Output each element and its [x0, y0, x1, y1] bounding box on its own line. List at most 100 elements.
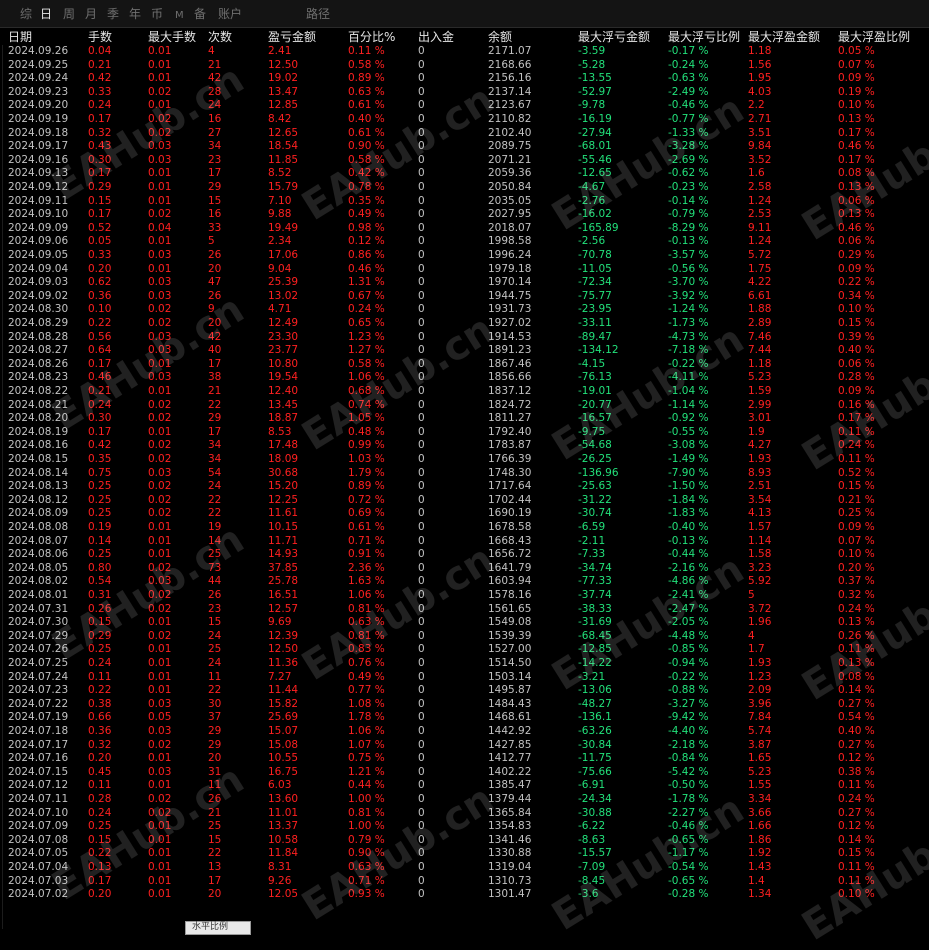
- table-row[interactable]: 2024.08.30 0.10 0.02 9 4.71 0.24 % 0 1931.73 -23…: [0, 303, 929, 317]
- table-row[interactable]: 2024.08.28 0.56 0.03 42 23.30 1.23 % 0 1914.53 -…: [0, 331, 929, 345]
- table-row[interactable]: 2024.08.06 0.25 0.01 25 14.93 0.91 % 0 1656.72 -…: [0, 548, 929, 562]
- table-row[interactable]: 2024.07.02 0.20 0.01 20 12.05 0.93 % 0 1301.47 -…: [0, 888, 929, 902]
- table-row[interactable]: 2024.09.18 0.32 0.02 27 12.65 0.61 % 0 2102.40 -…: [0, 127, 929, 141]
- table-row[interactable]: 2024.07.12 0.11 0.01 11 6.03 0.44 % 0 1385.47 -6…: [0, 779, 929, 793]
- table-row[interactable]: 2024.08.05 0.80 0.02 73 37.85 2.36 % 0 1641.79 -…: [0, 562, 929, 576]
- cell-percent: 0.76 %: [348, 657, 385, 669]
- table-row[interactable]: 2024.08.13 0.25 0.02 24 15.20 0.89 % 0 1717.64 -…: [0, 480, 929, 494]
- period-tab-bar: 综日周月季年币 M 备账户 路径: [0, 0, 929, 28]
- header-lots[interactable]: 手数: [88, 30, 112, 45]
- table-row[interactable]: 2024.09.10 0.17 0.02 16 9.88 0.49 % 0 2027.95 -1…: [0, 208, 929, 222]
- table-row[interactable]: 2024.07.11 0.28 0.02 26 13.60 1.00 % 0 1379.44 -…: [0, 793, 929, 807]
- cell-balance: 2059.36: [488, 167, 532, 180]
- table-row[interactable]: 2024.08.12 0.25 0.02 22 12.25 0.72 % 0 1702.44 -…: [0, 494, 929, 508]
- cell-max-float-profit: 5.92: [748, 575, 772, 588]
- cell-max-float-loss: -5.28: [578, 58, 606, 71]
- table-row[interactable]: 2024.07.10 0.24 0.02 21 11.01 0.81 % 0 1365.84 -…: [0, 807, 929, 821]
- table-row[interactable]: 2024.07.18 0.36 0.03 29 15.07 1.06 % 0 1442.92 -…: [0, 725, 929, 739]
- table-row[interactable]: 2024.08.09 0.25 0.02 22 11.61 0.69 % 0 1690.19 -…: [0, 507, 929, 521]
- table-row[interactable]: 2024.07.04 0.13 0.01 13 8.31 0.63 % 0 1319.04 -7…: [0, 861, 929, 875]
- header-date[interactable]: 日期: [8, 30, 32, 45]
- table-row[interactable]: 2024.07.30 0.15 0.01 15 9.69 0.63 % 0 1549.08 -3…: [0, 616, 929, 630]
- header-max-lots[interactable]: 最大手数: [148, 30, 196, 45]
- table-row[interactable]: 2024.08.29 0.22 0.02 20 12.49 0.65 % 0 1927.02 -…: [0, 317, 929, 331]
- table-row[interactable]: 2024.07.19 0.66 0.05 37 25.69 1.78 % 0 1468.61 -…: [0, 711, 929, 725]
- table-row[interactable]: 2024.08.02 0.54 0.03 44 25.78 1.63 % 0 1603.94 -…: [0, 575, 929, 589]
- table-row[interactable]: 2024.08.26 0.17 0.01 17 10.80 0.58 % 0 1867.46 -…: [0, 358, 929, 372]
- table-row[interactable]: 2024.07.25 0.24 0.01 24 11.36 0.76 % 0 1514.50 -…: [0, 657, 929, 671]
- header-balance[interactable]: 余额: [488, 30, 512, 45]
- table-row[interactable]: 2024.09.13 0.17 0.01 17 8.52 0.42 % 0 2059.36 -1…: [0, 167, 929, 181]
- table-row[interactable]: 2024.07.31 0.26 0.02 23 12.57 0.81 % 0 1561.65 -…: [0, 603, 929, 617]
- table-row[interactable]: 2024.07.29 0.29 0.02 24 12.39 0.81 % 0 1539.39 -…: [0, 630, 929, 644]
- table-row[interactable]: 2024.07.17 0.32 0.02 29 15.08 1.07 % 0 1427.85 -…: [0, 739, 929, 753]
- table-row[interactable]: 2024.09.02 0.36 0.03 26 13.02 0.67 % 0 1944.75 -…: [0, 290, 929, 304]
- tab-account[interactable]: 账户: [218, 7, 242, 21]
- cell-balance: 1856.66: [488, 371, 532, 384]
- table-row[interactable]: 2024.08.01 0.31 0.02 26 16.51 1.06 % 0 1578.16 -…: [0, 589, 929, 603]
- header-max-float-profit[interactable]: 最大浮盈金额: [748, 30, 820, 45]
- table-row[interactable]: 2024.08.08 0.19 0.01 19 10.15 0.61 % 0 1678.58 -…: [0, 521, 929, 535]
- tab-year[interactable]: 年: [129, 7, 141, 21]
- cell-max-lots: 0.03: [148, 330, 172, 343]
- header-max-float-loss-ratio[interactable]: 最大浮亏比例: [668, 30, 740, 45]
- table-row[interactable]: 2024.09.23 0.33 0.02 28 13.47 0.63 % 0 2137.14 -…: [0, 86, 929, 100]
- table-row[interactable]: 2024.09.24 0.42 0.01 42 19.02 0.89 % 0 2156.16 -…: [0, 72, 929, 86]
- table-row[interactable]: 2024.08.16 0.42 0.02 34 17.48 0.99 % 0 1783.87 -…: [0, 439, 929, 453]
- table-row[interactable]: 2024.07.09 0.25 0.01 25 13.37 1.00 % 0 1354.83 -…: [0, 820, 929, 834]
- table-row[interactable]: 2024.07.24 0.11 0.01 11 7.27 0.49 % 0 1503.14 -3…: [0, 671, 929, 685]
- table-row[interactable]: 2024.07.23 0.22 0.01 22 11.44 0.77 % 0 1495.87 -…: [0, 684, 929, 698]
- header-max-float-profit-ratio[interactable]: 最大浮盈比例: [838, 30, 910, 45]
- table-row[interactable]: 2024.07.22 0.38 0.03 30 15.82 1.08 % 0 1484.43 -…: [0, 698, 929, 712]
- cell-count: 24: [208, 99, 222, 112]
- tab-month[interactable]: 月: [85, 7, 97, 21]
- table-row[interactable]: 2024.07.16 0.20 0.01 20 10.55 0.75 % 0 1412.77 -…: [0, 752, 929, 766]
- table-row[interactable]: 2024.07.03 0.17 0.01 17 9.26 0.71 % 0 1310.73 -8…: [0, 875, 929, 889]
- cell-max-float-loss: -9.75: [578, 425, 606, 438]
- tab-summary[interactable]: 综: [20, 7, 32, 21]
- table-row[interactable]: 2024.07.05 0.22 0.01 22 11.84 0.90 % 0 1330.88 -…: [0, 847, 929, 861]
- header-max-float-loss[interactable]: 最大浮亏金额: [578, 30, 650, 45]
- cell-cash-flow: 0: [418, 602, 425, 615]
- table-row[interactable]: 2024.09.11 0.15 0.01 15 7.10 0.35 % 0 2035.05 -2…: [0, 195, 929, 209]
- cell-count: 17: [208, 357, 222, 370]
- table-row[interactable]: 2024.09.04 0.20 0.01 20 9.04 0.46 % 0 1979.18 -1…: [0, 263, 929, 277]
- table-row[interactable]: 2024.09.26 0.04 0.01 4 2.41 0.11 % 0 2171.07 -3.…: [0, 45, 929, 59]
- tab-quarter[interactable]: 季: [107, 7, 119, 21]
- tab-path[interactable]: 路径: [306, 7, 330, 21]
- table-row[interactable]: 2024.09.16 0.30 0.03 23 11.85 0.58 % 0 2071.21 -…: [0, 154, 929, 168]
- header-pnl[interactable]: 盈亏金额: [268, 30, 316, 45]
- table-row[interactable]: 2024.07.08 0.15 0.01 15 10.58 0.79 % 0 1341.46 -…: [0, 834, 929, 848]
- table-row[interactable]: 2024.08.27 0.64 0.03 40 23.77 1.27 % 0 1891.23 -…: [0, 344, 929, 358]
- header-count[interactable]: 次数: [208, 30, 232, 45]
- table-row[interactable]: 2024.08.20 0.30 0.02 29 18.87 1.05 % 0 1811.27 -…: [0, 412, 929, 426]
- table-row[interactable]: 2024.08.19 0.17 0.01 17 8.53 0.48 % 0 1792.40 -9…: [0, 426, 929, 440]
- table-row[interactable]: 2024.08.07 0.14 0.01 14 11.71 0.71 % 0 1668.43 -…: [0, 535, 929, 549]
- table-row[interactable]: 2024.08.14 0.75 0.03 54 30.68 1.79 % 0 1748.30 -…: [0, 467, 929, 481]
- cell-lots: 0.17: [88, 425, 112, 438]
- table-row[interactable]: 2024.09.25 0.21 0.01 21 12.50 0.58 % 0 2168.66 -…: [0, 59, 929, 73]
- table-row[interactable]: 2024.09.09 0.52 0.04 33 19.49 0.98 % 0 2018.07 -…: [0, 222, 929, 236]
- table-row[interactable]: 2024.08.23 0.46 0.03 38 19.54 1.06 % 0 1856.66 -…: [0, 371, 929, 385]
- table-row[interactable]: 2024.09.03 0.62 0.03 47 25.39 1.31 % 0 1970.14 -…: [0, 276, 929, 290]
- header-percent[interactable]: 百分比%: [348, 30, 395, 45]
- tab-currency[interactable]: 币: [151, 7, 163, 21]
- table-row[interactable]: 2024.07.15 0.45 0.03 31 16.75 1.21 % 0 1402.22 -…: [0, 766, 929, 780]
- cell-max-lots: 0.01: [148, 833, 172, 846]
- table-row[interactable]: 2024.09.06 0.05 0.01 5 2.34 0.12 % 0 1998.58 -2.…: [0, 235, 929, 249]
- table-row[interactable]: 2024.09.17 0.43 0.03 34 18.54 0.90 % 0 2089.75 -…: [0, 140, 929, 154]
- tab-m[interactable]: M: [175, 9, 184, 23]
- table-row[interactable]: 2024.09.20 0.24 0.01 24 12.85 0.61 % 0 2123.67 -…: [0, 99, 929, 113]
- table-row[interactable]: 2024.08.15 0.35 0.02 34 18.09 1.03 % 0 1766.39 -…: [0, 453, 929, 467]
- table-row[interactable]: 2024.09.19 0.17 0.02 16 8.42 0.40 % 0 2110.82 -1…: [0, 113, 929, 127]
- tab-week[interactable]: 周: [63, 7, 75, 21]
- table-row[interactable]: 2024.08.21 0.24 0.02 22 13.45 0.74 % 0 1824.72 -…: [0, 399, 929, 413]
- tab-backup[interactable]: 备: [194, 7, 206, 21]
- tab-day[interactable]: 日: [40, 7, 52, 21]
- table-row[interactable]: 2024.09.05 0.33 0.03 26 17.06 0.86 % 0 1996.24 -…: [0, 249, 929, 263]
- header-cash-flow[interactable]: 出入金: [418, 30, 454, 45]
- table-row[interactable]: 2024.07.26 0.25 0.01 25 12.50 0.83 % 0 1527.00 -…: [0, 643, 929, 657]
- table-row[interactable]: 2024.08.22 0.21 0.01 21 12.40 0.68 % 0 1837.12 -…: [0, 385, 929, 399]
- cell-max-float-profit-ratio: 0.26 %: [838, 629, 875, 642]
- table-row[interactable]: 2024.09.12 0.29 0.01 29 15.79 0.78 % 0 2050.84 -…: [0, 181, 929, 195]
